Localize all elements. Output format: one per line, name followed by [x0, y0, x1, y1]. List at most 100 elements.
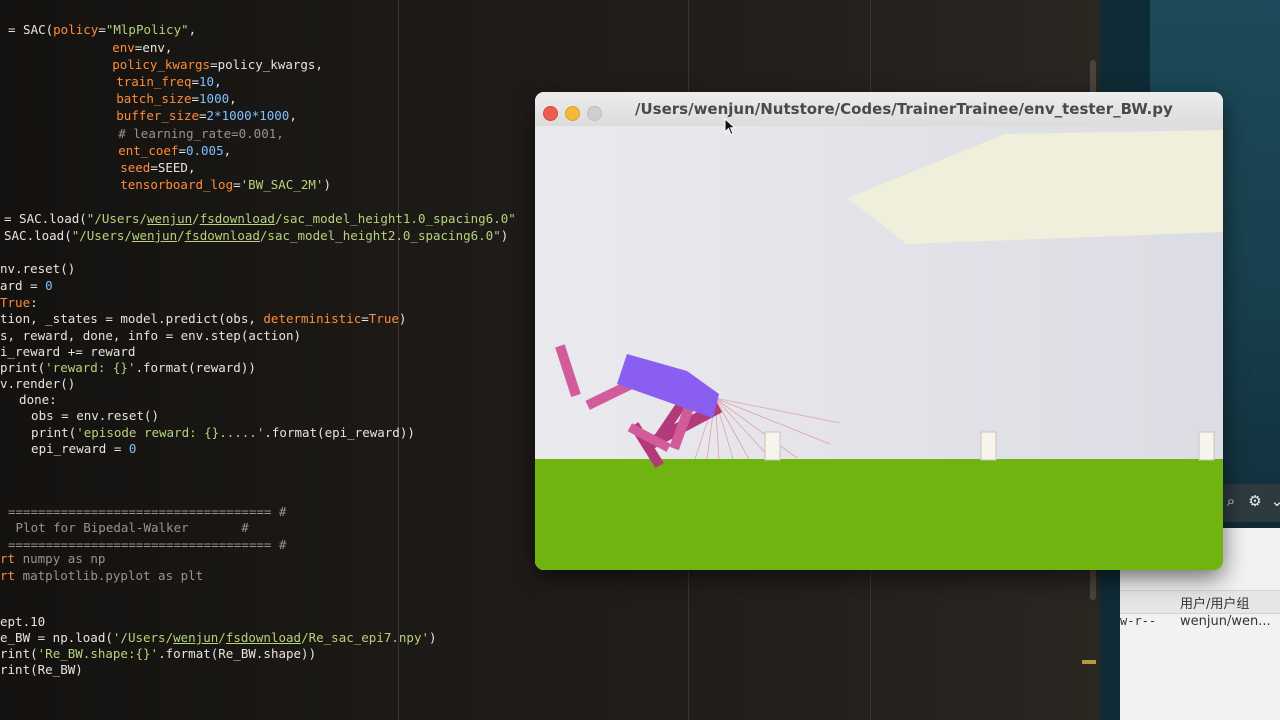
code-token: /sac_model_height1.0_spacing6.0" [274, 211, 516, 226]
code-line[interactable]: rt matplotlib.pyplot as plt [0, 568, 203, 584]
column-header-owner[interactable]: 用户/用户组 [1180, 593, 1249, 612]
code-token: rint(Re_BW) [0, 662, 83, 677]
code-line[interactable]: Plot for Bipedal-Walker # [8, 520, 249, 536]
code-line[interactable]: rt numpy as np [0, 551, 105, 567]
code-token: = [233, 177, 241, 192]
code-line[interactable]: ard = 0 [0, 278, 53, 294]
code-line[interactable]: obs = env.reset() [16, 408, 159, 424]
code-token: = SAC( [8, 22, 54, 37]
window-title: /Users/wenjun/Nutstore/Codes/TrainerTrai… [635, 100, 1173, 118]
code-line[interactable]: e_BW = np.load('/Users/wenjun/fsdownload… [0, 630, 437, 646]
code-token: , [229, 91, 237, 106]
search-icon[interactable]: ⌕ [1222, 492, 1240, 510]
code-token: ) [500, 228, 509, 243]
code-line[interactable]: tensorboard_log='BW_SAC_2M') [60, 177, 331, 193]
code-token: ent_coef [118, 143, 179, 158]
code-line[interactable]: True: [0, 295, 38, 311]
code-token: ) [398, 311, 407, 326]
code-token: =policy_kwargs, [210, 57, 323, 72]
code-token: 1000 [199, 91, 230, 106]
minimize-button[interactable] [565, 106, 580, 121]
code-token: deterministic [263, 311, 362, 326]
code-token: 'BW_SAC_2M' [240, 177, 324, 192]
window-titlebar[interactable]: /Users/wenjun/Nutstore/Codes/TrainerTrai… [535, 92, 1223, 127]
code-token: 0 [45, 278, 53, 293]
code-line[interactable]: = SAC(policy="MlpPolicy", [8, 22, 196, 38]
code-token: .format(Re_BW.shape)) [158, 646, 317, 661]
code-token: = [361, 311, 369, 326]
code-line[interactable]: batch_size=1000, [56, 91, 237, 107]
code-line[interactable]: ept.10 [0, 614, 45, 630]
code-token: /Re_sac_epi7.npy' [301, 630, 429, 645]
code-token: =================================== # [8, 537, 287, 552]
editor-guide-line [398, 0, 399, 720]
code-line[interactable]: buffer_size=2*1000*1000, [56, 108, 297, 124]
code-line[interactable]: ent_coef=0.005, [58, 143, 231, 159]
gear-icon[interactable]: ⚙ [1246, 492, 1264, 510]
code-line[interactable]: rint('Re_BW.shape:{}'.format(Re_BW.shape… [0, 646, 316, 662]
editor-marker [1082, 660, 1096, 664]
code-token: wenjun [147, 211, 193, 226]
code-token: print( [0, 360, 46, 375]
simulator-window[interactable]: /Users/wenjun/Nutstore/Codes/TrainerTrai… [535, 92, 1223, 570]
code-token: "/Users/ [71, 228, 132, 243]
code-line[interactable]: i_reward += reward [0, 344, 135, 360]
code-line[interactable]: v.render() [0, 376, 75, 392]
code-line[interactable]: = SAC.load("/Users/wenjun/fsdownload/sac… [4, 211, 516, 227]
obstacle [980, 431, 997, 461]
close-button[interactable] [543, 106, 558, 121]
code-token: 0 [128, 441, 137, 456]
code-token: .format(epi_reward)) [264, 425, 415, 440]
code-token: , [289, 108, 297, 123]
code-line[interactable]: tion, _states = model.predict(obs, deter… [0, 311, 406, 327]
chevron-down-icon[interactable]: ⌄ [1268, 492, 1280, 510]
code-line[interactable]: seed=SEED, [60, 160, 195, 176]
code-token: s, reward, done, info = env.step(action) [0, 328, 302, 343]
code-line[interactable]: epi_reward = 0 [16, 441, 136, 457]
code-line[interactable]: done: [4, 392, 57, 408]
code-token: obs = env.reset() [16, 408, 159, 423]
code-token: , [214, 74, 222, 89]
obstacle [1198, 431, 1215, 461]
code-token: rt [0, 551, 16, 566]
code-token: = [191, 74, 200, 89]
code-token: fsdownload [225, 630, 302, 645]
code-line[interactable]: # learning_rate=0.001, [58, 126, 284, 142]
code-token: ard = [0, 278, 46, 293]
code-token: wenjun [131, 228, 178, 243]
code-line[interactable]: policy_kwargs=policy_kwargs, [52, 57, 323, 73]
mouse-cursor-icon [724, 118, 736, 136]
code-line[interactable]: print('episode reward: {}.....'.format(e… [16, 425, 415, 441]
simulation-canvas [535, 126, 1223, 570]
permissions-value: w-r-- [1120, 614, 1157, 628]
code-token: ) [323, 177, 331, 192]
code-token: env [112, 40, 135, 55]
code-line[interactable]: s, reward, done, info = env.step(action) [0, 328, 301, 344]
code-line[interactable]: =================================== # [8, 504, 286, 520]
code-line[interactable]: nv.reset() [0, 261, 75, 277]
code-line[interactable]: SAC.load("/Users/wenjun/fsdownload/sac_m… [4, 228, 508, 244]
code-token: rt [0, 568, 16, 583]
code-token: ) [429, 630, 437, 645]
code-token: 'Re_BW.shape:{}' [37, 646, 159, 661]
code-token: ept.10 [0, 614, 46, 629]
zoom-button[interactable] [587, 106, 602, 121]
code-token: : [30, 295, 38, 310]
code-token: nv.reset() [0, 261, 76, 276]
code-line[interactable]: env=env, [52, 40, 172, 56]
code-token: epi_reward = [16, 441, 129, 456]
code-token: =================================== # [8, 504, 287, 519]
code-token: /sac_model_height2.0_spacing6.0" [259, 228, 501, 243]
code-token: e_BW = np.load( [0, 630, 113, 645]
code-token: fsdownload [184, 228, 260, 243]
code-line[interactable]: print('reward: {}'.format(reward)) [0, 360, 256, 376]
code-line[interactable]: train_freq=10, [56, 74, 222, 90]
code-token: fsdownload [199, 211, 275, 226]
code-token: "MlpPolicy" [105, 22, 189, 37]
code-line[interactable]: rint(Re_BW) [0, 662, 83, 678]
